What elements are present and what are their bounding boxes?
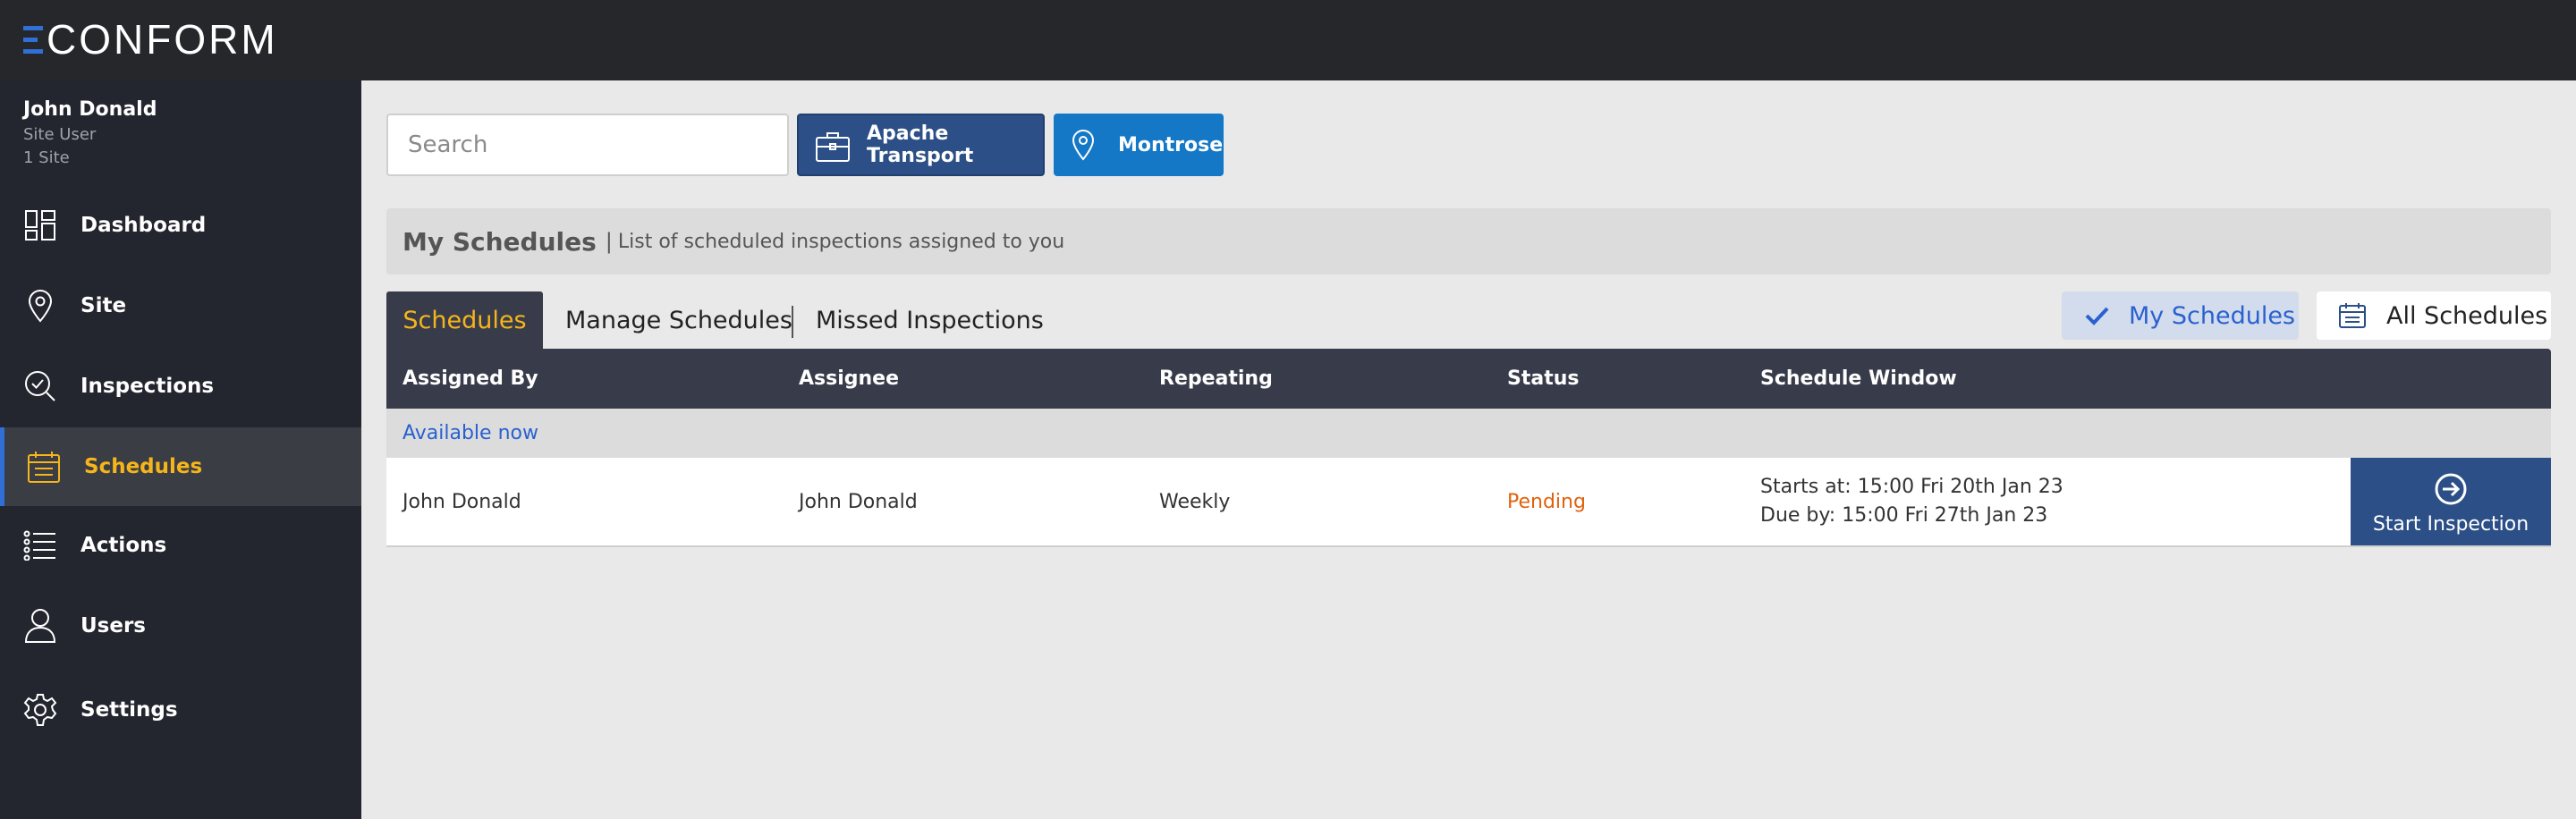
check-icon xyxy=(2083,302,2112,329)
sidebar-item-site[interactable]: Site xyxy=(0,266,361,345)
column-header-assigned-by[interactable]: Assigned By xyxy=(402,349,538,409)
column-header-repeating[interactable]: Repeating xyxy=(1159,349,1273,409)
company-filter-label: Apache Transport xyxy=(867,122,974,167)
sidebar-item-settings[interactable]: Settings xyxy=(0,671,361,749)
tab-manage-schedules[interactable]: Manage Schedules xyxy=(565,291,792,349)
sidebar-item-label: Users xyxy=(80,614,146,637)
user-site-count: 1 Site xyxy=(23,148,70,167)
top-bar: CONFORM xyxy=(0,0,2576,80)
tab-divider xyxy=(792,306,793,338)
sidebar-item-schedules[interactable]: Schedules xyxy=(0,427,361,506)
sidebar-item-dashboard[interactable]: Dashboard xyxy=(0,186,361,265)
sidebar-item-label: Settings xyxy=(80,698,178,722)
cell-repeating: Weekly xyxy=(1159,490,1231,513)
page-subtitle: List of scheduled inspections assigned t… xyxy=(617,230,1065,253)
all-schedules-label: All Schedules xyxy=(2386,301,2548,330)
sidebar-item-label: Schedules xyxy=(84,455,203,478)
column-header-schedule-window[interactable]: Schedule Window xyxy=(1760,349,1957,409)
sidebar-item-actions[interactable]: Actions xyxy=(0,506,361,585)
table-header: Assigned By Assignee Repeating Status Sc… xyxy=(386,349,2551,409)
sidebar-item-label: Actions xyxy=(80,534,167,557)
header-separator: | xyxy=(605,229,613,254)
sidebar-item-label: Site xyxy=(80,294,127,317)
my-schedules-label: My Schedules xyxy=(2129,301,2295,330)
column-header-assignee[interactable]: Assignee xyxy=(799,349,899,409)
location-pin-icon xyxy=(23,289,57,323)
my-schedules-filter-button[interactable]: My Schedules xyxy=(2062,291,2299,340)
cell-schedule-window: Starts at: 15:00 Fri 20th Jan 23 Due by:… xyxy=(1760,458,2063,545)
table-row: John Donald John Donald Weekly Pending S… xyxy=(386,458,2551,547)
calendar-icon xyxy=(27,450,61,484)
start-inspection-label: Start Inspection xyxy=(2372,513,2529,536)
user-icon xyxy=(23,609,57,643)
calendar-icon xyxy=(2338,302,2367,329)
schedule-start: Starts at: 15:00 Fri 20th Jan 23 xyxy=(1760,476,2063,498)
sidebar: John Donald Site User 1 Site Dashboard S… xyxy=(0,80,361,819)
user-block: John Donald Site User 1 Site xyxy=(23,97,157,170)
group-row-available-now: Available now xyxy=(386,409,2551,458)
dashboard-icon xyxy=(23,208,57,242)
site-filter-label: Montrose xyxy=(1118,133,1224,156)
sidebar-item-users[interactable]: Users xyxy=(0,587,361,665)
location-pin-icon xyxy=(1070,129,1100,161)
user-name: John Donald xyxy=(23,98,157,121)
gear-icon xyxy=(23,693,57,727)
sidebar-item-label: Inspections xyxy=(80,375,215,398)
status-badge: Pending xyxy=(1507,490,1586,513)
site-filter-button[interactable]: Montrose xyxy=(1054,114,1224,176)
start-inspection-button[interactable]: Start Inspection xyxy=(2351,458,2551,545)
conform-logo[interactable]: CONFORM xyxy=(23,16,278,63)
cell-assigned-by: John Donald xyxy=(402,490,521,513)
sidebar-item-inspections[interactable]: Inspections xyxy=(0,347,361,426)
arrow-circle-right-icon xyxy=(2434,472,2468,506)
tab-schedules[interactable]: Schedules xyxy=(386,291,543,349)
company-filter-button[interactable]: Apache Transport xyxy=(797,114,1045,176)
briefcase-icon xyxy=(815,131,851,163)
schedule-due: Due by: 15:00 Fri 27th Jan 23 xyxy=(1760,504,2048,527)
tab-missed-inspections[interactable]: Missed Inspections xyxy=(816,291,1044,349)
all-schedules-filter-button[interactable]: All Schedules xyxy=(2317,291,2551,340)
user-role: Site User xyxy=(23,125,97,144)
cell-assignee: John Donald xyxy=(799,490,918,513)
column-header-status[interactable]: Status xyxy=(1507,349,1579,409)
page-title: My Schedules xyxy=(402,226,597,257)
list-icon xyxy=(23,528,57,562)
group-label: Available now xyxy=(402,422,538,444)
sidebar-item-label: Dashboard xyxy=(80,214,207,237)
page-header: My Schedules | List of scheduled inspect… xyxy=(386,208,2551,274)
logo-text: CONFORM xyxy=(47,16,278,63)
inspection-search-icon xyxy=(23,369,57,403)
search-input[interactable] xyxy=(386,114,789,176)
logo-mark-icon xyxy=(23,23,43,55)
